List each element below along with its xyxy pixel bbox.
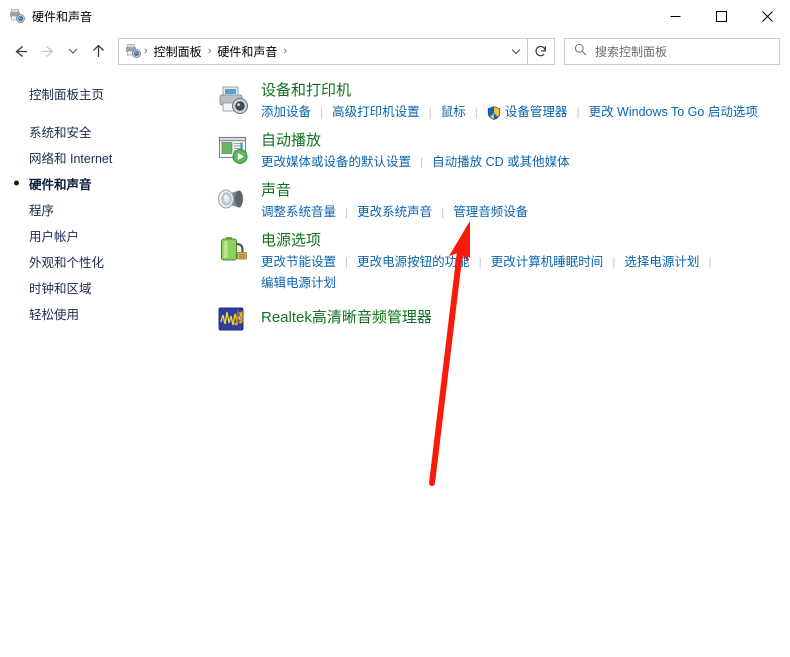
breadcrumb-separator-2[interactable]: › (282, 45, 288, 57)
uac-shield-icon (487, 106, 501, 120)
main-panel: 设备和打印机 添加设备 | 高级打印机设置 | 鼠标 | (211, 70, 790, 657)
category-links-power-options: 更改节能设置 | 更改电源按钮的功能 | 更改计算机睡眠时间 | 选择电源计划 … (261, 253, 790, 293)
sidebar-item-appearance[interactable]: 外观和个性化 (0, 248, 211, 274)
sidebar-item-home[interactable]: 控制面板主页 (0, 81, 211, 106)
close-button[interactable] (744, 0, 790, 32)
sound-speaker-icon (217, 183, 249, 215)
up-button[interactable] (84, 36, 112, 66)
category-title-devices-printers[interactable]: 设备和打印机 (261, 81, 351, 101)
devices-printers-icon (217, 83, 249, 115)
window-title: 硬件和声音 (32, 8, 92, 25)
address-dropdown-button[interactable] (505, 40, 527, 63)
link-separator: | (708, 253, 711, 272)
hardware-sound-icon (9, 8, 25, 24)
category-autoplay: 自动播放 更改媒体或设备的默认设置 | 自动播放 CD 或其他媒体 (211, 131, 790, 172)
link-autoplay-cd[interactable]: 自动播放 CD 或其他媒体 (432, 153, 570, 172)
link-add-device[interactable]: 添加设备 (261, 103, 311, 122)
link-change-power-button[interactable]: 更改电源按钮的功能 (357, 253, 470, 272)
category-body: 声音 调整系统音量 | 更改系统声音 | 管理音频设备 (261, 181, 790, 222)
link-mouse[interactable]: 鼠标 (441, 103, 466, 122)
sidebar-item-network-internet[interactable]: 网络和 Internet (0, 144, 211, 170)
title-bar-left: 硬件和声音 (0, 8, 652, 25)
address-bar[interactable]: › 控制面板 › 硬件和声音 › (118, 38, 528, 65)
link-separator: | (479, 253, 482, 272)
category-sound: 声音 调整系统音量 | 更改系统声音 | 管理音频设备 (211, 181, 790, 222)
realtek-audio-icon (217, 304, 249, 336)
content-area: 控制面板主页 系统和安全 网络和 Internet 硬件和声音 程序 用户帐户 … (0, 70, 790, 657)
link-separator: | (420, 153, 423, 172)
window-controls (652, 0, 790, 32)
link-separator: | (441, 203, 444, 222)
navigation-bar: › 控制面板 › 硬件和声音 › 搜索控制面板 (0, 32, 790, 70)
back-button[interactable] (6, 36, 34, 66)
breadcrumb-item-0[interactable]: 控制面板 (149, 41, 207, 62)
sidebar-item-user-accounts[interactable]: 用户帐户 (0, 222, 211, 248)
refresh-button[interactable] (528, 38, 555, 65)
category-links-autoplay: 更改媒体或设备的默认设置 | 自动播放 CD 或其他媒体 (261, 153, 790, 172)
autoplay-icon (217, 133, 249, 165)
link-separator: | (612, 253, 615, 272)
category-title-power-options[interactable]: 电源选项 (261, 231, 321, 251)
link-choose-power-plan[interactable]: 选择电源计划 (624, 253, 699, 272)
link-separator: | (475, 103, 478, 122)
category-body: 自动播放 更改媒体或设备的默认设置 | 自动播放 CD 或其他媒体 (261, 131, 790, 172)
link-separator: | (429, 103, 432, 122)
link-adjust-volume[interactable]: 调整系统音量 (261, 203, 336, 222)
link-manage-audio-devices[interactable]: 管理音频设备 (453, 203, 528, 222)
link-device-manager[interactable]: 设备管理器 (487, 103, 568, 122)
category-title-autoplay[interactable]: 自动播放 (261, 131, 321, 151)
link-device-manager-label: 设备管理器 (505, 103, 568, 122)
search-placeholder: 搜索控制面板 (595, 43, 667, 60)
link-advanced-printer-setup[interactable]: 高级打印机设置 (332, 103, 420, 122)
sidebar-spacer (0, 106, 211, 118)
breadcrumb-hardware-sound-icon (125, 43, 141, 59)
power-battery-icon (217, 233, 249, 265)
link-change-power-saving[interactable]: 更改节能设置 (261, 253, 336, 272)
category-devices-printers: 设备和打印机 添加设备 | 高级打印机设置 | 鼠标 | (211, 81, 790, 122)
category-links-devices-printers: 添加设备 | 高级打印机设置 | 鼠标 | (261, 103, 790, 122)
minimize-button[interactable] (652, 0, 698, 32)
sidebar-item-ease-of-access[interactable]: 轻松使用 (0, 300, 211, 326)
search-icon (574, 43, 587, 59)
sidebar-item-programs[interactable]: 程序 (0, 196, 211, 222)
category-body: Realtek高清晰音频管理器 (261, 302, 790, 334)
link-edit-power-plan[interactable]: 编辑电源计划 (261, 274, 336, 293)
link-change-sleep-time[interactable]: 更改计算机睡眠时间 (491, 253, 604, 272)
sidebar-item-clock-region[interactable]: 时钟和区域 (0, 274, 211, 300)
link-windows-to-go[interactable]: 更改 Windows To Go 启动选项 (589, 103, 758, 122)
sidebar-item-system-security[interactable]: 系统和安全 (0, 118, 211, 144)
category-body: 电源选项 更改节能设置 | 更改电源按钮的功能 | 更改计算机睡眠时间 | 选择… (261, 231, 790, 293)
search-input[interactable]: 搜索控制面板 (564, 38, 780, 65)
category-title-realtek-audio[interactable]: Realtek高清晰音频管理器 (261, 302, 790, 334)
title-bar: 硬件和声音 (0, 0, 790, 32)
link-separator: | (345, 253, 348, 272)
link-separator: | (576, 103, 579, 122)
breadcrumb: › 控制面板 › 硬件和声音 › (119, 41, 505, 62)
link-change-media-defaults[interactable]: 更改媒体或设备的默认设置 (261, 153, 411, 172)
maximize-button[interactable] (698, 0, 744, 32)
link-separator: | (345, 203, 348, 222)
category-title-sound[interactable]: 声音 (261, 181, 291, 201)
sidebar-item-hardware-sound[interactable]: 硬件和声音 (0, 170, 211, 196)
breadcrumb-item-1[interactable]: 硬件和声音 (212, 41, 282, 62)
recent-locations-button[interactable] (62, 36, 84, 66)
category-realtek-audio: Realtek高清晰音频管理器 (211, 302, 790, 336)
category-body: 设备和打印机 添加设备 | 高级打印机设置 | 鼠标 | (261, 81, 790, 122)
category-links-sound: 调整系统音量 | 更改系统声音 | 管理音频设备 (261, 203, 790, 222)
forward-button (34, 36, 62, 66)
sidebar: 控制面板主页 系统和安全 网络和 Internet 硬件和声音 程序 用户帐户 … (0, 70, 211, 657)
link-change-system-sounds[interactable]: 更改系统声音 (357, 203, 432, 222)
link-separator: | (320, 103, 323, 122)
category-power-options: 电源选项 更改节能设置 | 更改电源按钮的功能 | 更改计算机睡眠时间 | 选择… (211, 231, 790, 293)
